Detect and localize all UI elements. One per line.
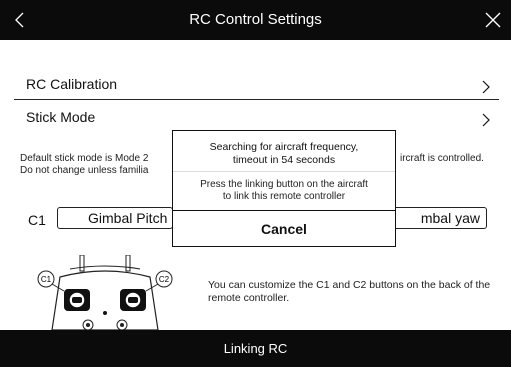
instruction-line1: Press the linking button on the aircraft — [200, 179, 368, 190]
rc-calibration-label: RC Calibration — [26, 76, 118, 92]
description-line1-left: Default stick mode is Mode 2 — [20, 153, 149, 164]
cancel-button[interactable]: Cancel — [173, 211, 395, 247]
description-line1-right: ircraft is controlled. — [400, 153, 484, 164]
stick-mode-row[interactable]: Stick Mode — [14, 103, 499, 133]
close-icon[interactable] — [483, 10, 503, 30]
c1-badge: C1 — [41, 275, 52, 284]
searching-line1: Searching for aircraft frequency, — [209, 141, 359, 153]
stick-mode-label: Stick Mode — [26, 109, 96, 125]
c2-function-select[interactable]: mbal yaw — [392, 207, 487, 229]
searching-line2: timeout in 54 seconds — [232, 154, 336, 166]
customize-hint: You can customize the C1 and C2 buttons … — [208, 279, 491, 304]
c1-label: C1 — [28, 212, 46, 228]
linking-rc-bar[interactable]: Linking RC — [0, 330, 511, 367]
chevron-right-icon — [482, 80, 490, 94]
chevron-right-icon — [482, 113, 490, 127]
description-line2: Do not change unless familia — [20, 165, 149, 176]
c2-badge: C2 — [159, 275, 170, 284]
searching-message: Searching for aircraft frequency, timeou… — [173, 141, 395, 167]
remote-controller-illustration: C1 C2 — [37, 255, 173, 331]
page-title: RC Control Settings — [189, 11, 322, 28]
instruction-line2: to link this remote controller — [222, 191, 346, 202]
instruction-message: Press the linking button on the aircraft… — [173, 179, 395, 203]
dialog-divider — [173, 171, 395, 172]
c1-function-select[interactable]: Gimbal Pitch — [57, 207, 173, 229]
rc-calibration-row[interactable]: RC Calibration — [14, 70, 499, 100]
top-bar: RC Control Settings — [0, 0, 511, 40]
linking-dialog: Searching for aircraft frequency, timeou… — [172, 130, 396, 247]
